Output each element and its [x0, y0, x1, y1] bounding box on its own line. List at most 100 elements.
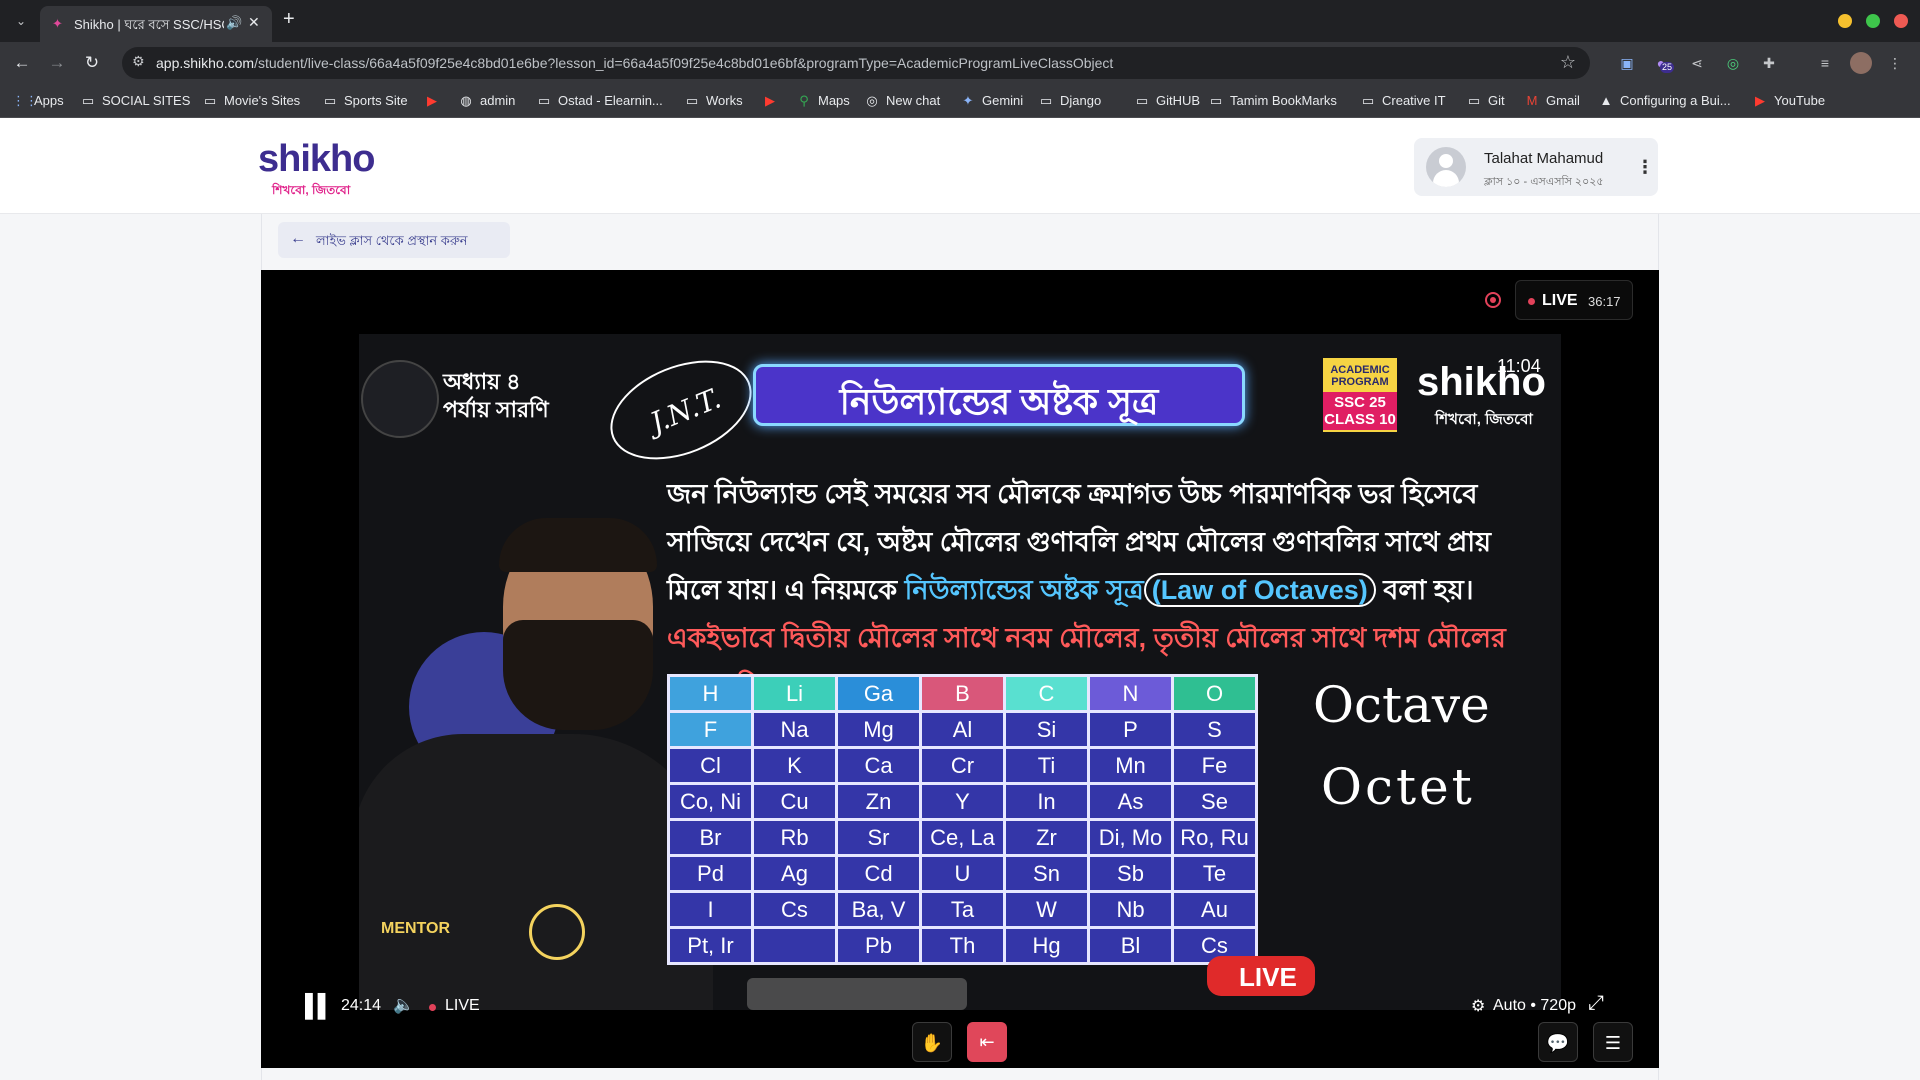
bookmark-item[interactable]: ▭ Works	[684, 92, 743, 110]
bookmark-item[interactable]: ▭ Django	[1038, 92, 1101, 110]
table-cell: Fe	[1171, 746, 1258, 785]
bookmark-item[interactable]: ▭ Movie's Sites	[202, 92, 300, 110]
video-live-badge-label: LIVE	[1239, 962, 1297, 992]
close-icon[interactable]: ✕	[248, 14, 260, 31]
table-cell: Sr	[835, 818, 922, 857]
bookmark-label: Git	[1488, 93, 1505, 108]
speaker-icon[interactable]: 🔊	[226, 15, 242, 31]
table-cell: Ca	[835, 746, 922, 785]
bookmark-item[interactable]: ▭ GitHUB	[1134, 92, 1200, 110]
bookmark-item[interactable]: ⚲ Maps	[796, 92, 850, 110]
window-minimize-button[interactable]	[1838, 14, 1852, 28]
menu-button[interactable]: ☰	[1593, 1022, 1633, 1062]
exit-icon: ⇤	[979, 1032, 995, 1052]
table-cell: Co, Ni	[667, 782, 754, 821]
browser-tab-active[interactable]: ✦ Shikho | ঘরে বসে SSC/HSC 🔊 ✕	[40, 6, 272, 42]
table-cell: O	[1171, 674, 1258, 713]
video-live-badge: LIVE	[1207, 956, 1315, 996]
settings-gear-icon[interactable]: ⚙	[1471, 996, 1485, 1016]
bookmark-item[interactable]: ▶	[762, 92, 784, 110]
grammarly-extension-icon[interactable]: ◎	[1722, 52, 1744, 74]
table-cell: Zn	[835, 782, 922, 821]
bookmark-star-icon[interactable]: ☆	[1560, 52, 1576, 73]
table-row: Br Rb Sr Ce, La Zr Di, Mo Ro, Ru	[667, 818, 1258, 857]
bookmark-item[interactable]: ▭ Ostad - Elearnin...	[536, 92, 663, 110]
table-cell: Cl	[667, 746, 754, 785]
folder-icon: ▭	[1039, 93, 1053, 108]
bookmark-item[interactable]: ◎ New chat	[864, 92, 940, 110]
table-cell: Di, Mo	[1087, 818, 1174, 857]
profile-avatar-icon[interactable]	[1850, 52, 1872, 74]
pause-button[interactable]: ▌▌	[305, 993, 333, 1019]
folder-icon: ▭	[1135, 93, 1149, 108]
table-cell: Ag	[751, 854, 838, 893]
address-bar[interactable]: ⚙ app.shikho.com/student/live-class/66a4…	[122, 47, 1590, 79]
bookmark-item[interactable]: ▲ Configuring a Bui...	[1598, 92, 1731, 110]
user-menu-kebab-icon[interactable]: ⋮	[1636, 152, 1654, 182]
bookmark-item[interactable]: ▭ SOCIAL SITES	[80, 92, 191, 110]
chat-button[interactable]: 💬	[1538, 1022, 1578, 1062]
table-cell: P	[1087, 710, 1174, 749]
bookmark-item[interactable]: M Gmail	[1524, 92, 1580, 110]
shikho-logo[interactable]: shikho শিখবো, জিতবো	[258, 132, 375, 198]
table-cell: Mn	[1087, 746, 1174, 785]
extensions-puzzle-icon[interactable]: ✚	[1758, 52, 1780, 74]
bookmark-item[interactable]: ▶ YouTube	[1752, 92, 1825, 110]
bookmark-item[interactable]: ▭ Tamim BookMarks	[1208, 92, 1337, 110]
shikho-favicon-icon: ✦	[52, 16, 63, 31]
table-cell: S	[1171, 710, 1258, 749]
bookmark-item[interactable]: ✦ Gemini	[960, 92, 1024, 110]
bookmark-item[interactable]: ◍ admin	[458, 92, 515, 110]
leave-live-class-button[interactable]: ← লাইভ ক্লাস থেকে প্রস্থান করুন	[278, 222, 510, 258]
user-profile-card[interactable]: Talahat Mahamud ক্লাস ১০ - এসএসসি ২০২৫ ⋮	[1414, 138, 1658, 196]
raise-hand-button[interactable]: ✋	[912, 1022, 952, 1062]
tab-search-chevron-icon[interactable]: ⌄	[10, 10, 32, 32]
bookmark-label: Maps	[818, 93, 850, 108]
volume-icon[interactable]: 🔈	[393, 995, 414, 1015]
window-close-button[interactable]	[1894, 14, 1908, 28]
forward-arrow-icon[interactable]: →	[45, 51, 69, 75]
live-label: LIVE	[1542, 292, 1578, 309]
logo-wordmark: shikho	[258, 138, 375, 180]
leave-class-button[interactable]: ⇤	[967, 1022, 1007, 1062]
live-dot-icon	[1528, 298, 1535, 305]
folder-icon: ▭	[685, 93, 699, 108]
folder-icon: ▭	[323, 93, 337, 108]
apps-grid-icon: ⋮⋮	[12, 93, 38, 108]
reload-icon[interactable]: ↻	[80, 51, 104, 75]
bookmark-item[interactable]: ▭ Git	[1466, 92, 1505, 110]
share-extension-icon[interactable]: ⋖	[1686, 52, 1708, 74]
live-video-player[interactable]: LIVE 36:17 অধ্যায় ৪ পর্যায় সারণি J.N.T…	[261, 270, 1659, 1068]
bookmark-item[interactable]: ▭ Sports Site	[322, 92, 408, 110]
paragraph-law-bangla: নিউল্যান্ডের অষ্টক সূত্র	[904, 575, 1144, 605]
site-settings-icon[interactable]: ⚙	[132, 53, 145, 70]
translate-extension-icon[interactable]: ▣	[1616, 52, 1638, 74]
chrome-menu-kebab-icon[interactable]: ⋮	[1884, 52, 1906, 74]
new-tab-plus-icon[interactable]: +	[283, 9, 295, 29]
url-text[interactable]: app.shikho.com/student/live-class/66a4a5…	[156, 55, 1113, 71]
live-elapsed-time: 36:17	[1588, 294, 1621, 309]
table-cell: Cr	[919, 746, 1006, 785]
handwritten-octet: Octet	[1321, 758, 1475, 816]
bookmark-item[interactable]: ▭ Creative IT	[1360, 92, 1446, 110]
fullscreen-icon[interactable]: ⤢	[1588, 992, 1604, 1015]
live-indicator-dot-icon	[429, 1004, 436, 1011]
folder-icon: ▭	[1467, 93, 1481, 108]
video-frame[interactable]: অধ্যায় ৪ পর্যায় সারণি J.N.T. নিউল্যান্…	[359, 334, 1561, 1010]
bookmark-label: Ostad - Elearnin...	[558, 93, 663, 108]
window-maximize-button[interactable]	[1866, 14, 1880, 28]
live-indicator-label[interactable]: LIVE	[445, 997, 480, 1015]
quality-label[interactable]: Auto • 720p	[1493, 997, 1576, 1015]
back-arrow-icon[interactable]: ←	[10, 51, 34, 75]
table-row: Cl K Ca Cr Ti Mn Fe	[667, 746, 1258, 785]
table-cell: In	[1003, 782, 1090, 821]
media-control-icon[interactable]: ≡	[1814, 52, 1836, 74]
chapter-emblem-icon	[361, 360, 439, 438]
bookmark-item[interactable]: ▶	[424, 92, 446, 110]
mentor-shirt-label: MENTOR	[381, 920, 451, 937]
bookmark-item[interactable]: ⋮⋮Apps	[12, 92, 64, 110]
table-cell: Sn	[1003, 854, 1090, 893]
table-cell: F	[667, 710, 754, 749]
extension-badge-icon[interactable]: ●25	[1650, 52, 1675, 74]
folder-icon: ▭	[1361, 93, 1375, 108]
